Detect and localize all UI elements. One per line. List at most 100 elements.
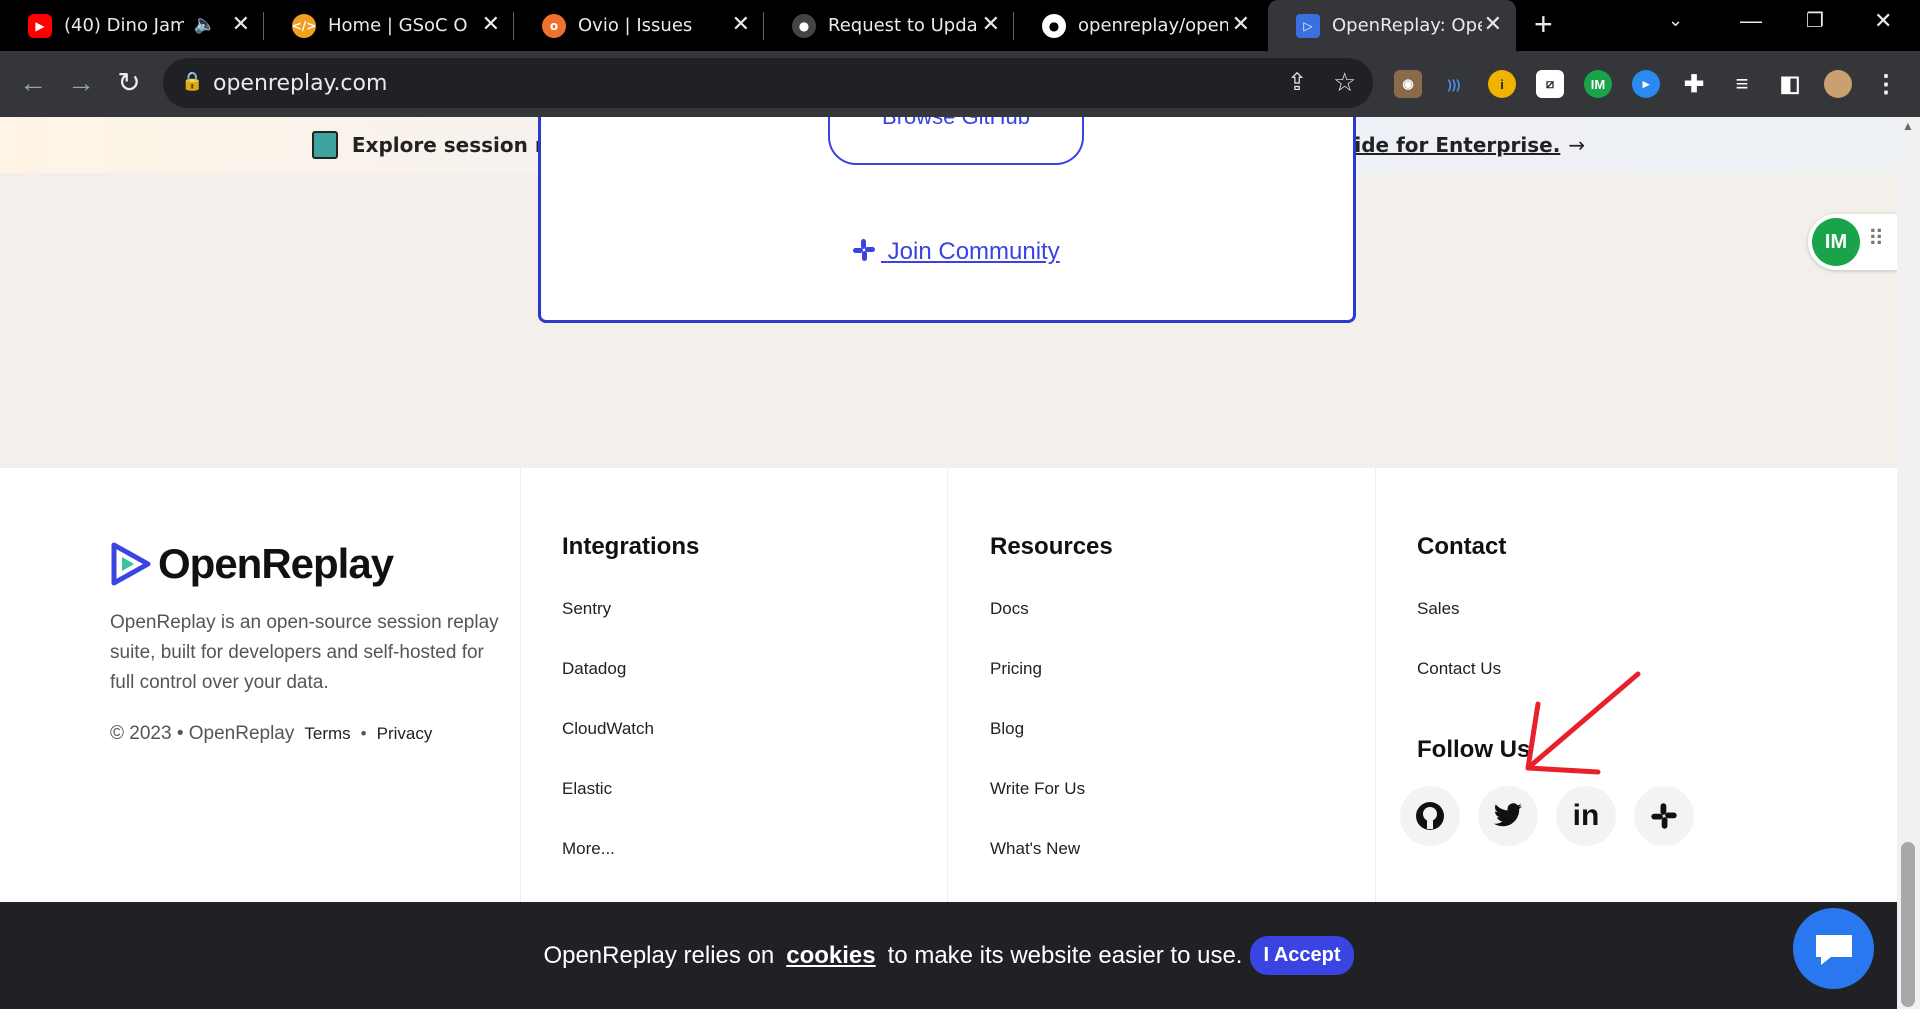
cookies-link[interactable]: cookies [786, 942, 875, 970]
cookie-prefix: OpenReplay relies on [543, 941, 775, 969]
footer-link-blog[interactable]: Blog [990, 719, 1024, 739]
integrations-heading: Integrations [562, 533, 700, 560]
openreplay-icon: ▷ [1296, 13, 1320, 38]
url-text: openreplay.com [213, 71, 388, 96]
tab-title: (40) Dino James [64, 15, 184, 36]
address-bar[interactable]: 🔒 openreplay.com ⇪ ☆ [163, 58, 1373, 108]
minimize-icon[interactable]: — [1740, 8, 1762, 34]
github-social-button[interactable] [1400, 786, 1460, 846]
chat-button[interactable] [1793, 908, 1874, 989]
youtube-icon: ▶ [28, 13, 52, 38]
tab-openreplay-active[interactable]: ▷ OpenReplay: Open-source ✕ [1268, 0, 1516, 51]
browse-github-button[interactable]: Browse GitHub [828, 117, 1084, 165]
footer-link-sentry[interactable]: Sentry [562, 599, 611, 619]
join-community-label: Join Community [887, 238, 1060, 265]
tab-search-icon[interactable]: ⌄ [1668, 10, 1683, 31]
tab-title: OpenReplay: Open-source [1332, 15, 1482, 36]
follow-us-heading: Follow Us [1417, 736, 1531, 763]
new-tab-button[interactable]: + [1534, 6, 1553, 43]
footer-link-cloudwatch[interactable]: CloudWatch [562, 719, 654, 739]
tab-strip: ▶ (40) Dino James 🔈 ✕ </> Home | GSoC Or… [0, 0, 1920, 51]
slack-social-button[interactable] [1634, 786, 1694, 846]
im-extension-icon[interactable]: IM [1584, 70, 1612, 98]
close-icon[interactable]: ✕ [482, 14, 500, 36]
side-panel-icon[interactable]: ◧ [1776, 70, 1804, 98]
linkedin-social-button[interactable]: in [1556, 786, 1616, 846]
copyright-text: © 2023 • OpenReplay [110, 723, 295, 744]
browse-github-label: Browse GitHub [882, 117, 1030, 129]
puzzle-icon[interactable]: ✚ [1680, 70, 1708, 98]
footer-link-more[interactable]: More... [562, 839, 615, 859]
gsoc-icon: </> [292, 13, 316, 38]
tab-ovio[interactable]: o Ovio | Issues ✕ [514, 0, 764, 51]
book-icon [311, 131, 338, 159]
copyright-row: © 2023 • OpenReplay Terms • Privacy [110, 723, 432, 745]
annotation-arrow [1525, 671, 1641, 775]
tab-openreplay-github[interactable]: ● openreplay/openreplay ✕ [1014, 0, 1264, 51]
slack-icon [1651, 803, 1677, 829]
menu-icon[interactable]: ⋮ [1872, 70, 1900, 98]
avatar[interactable] [1824, 70, 1852, 98]
drag-handle-icon[interactable]: ⠿ [1868, 226, 1884, 252]
close-icon[interactable]: ✕ [982, 14, 1000, 36]
tab-request[interactable]: ● Request to Update ✕ [764, 0, 1014, 51]
footer-link-write-for-us[interactable]: Write For Us [990, 779, 1085, 799]
close-icon[interactable]: ✕ [1232, 14, 1250, 36]
window-close-icon[interactable]: ✕ [1874, 8, 1892, 34]
tab-gsoc[interactable]: </> Home | GSoC Organizations ✕ [264, 0, 514, 51]
wifi-extension-icon[interactable]: ))) [1440, 70, 1468, 98]
back-icon[interactable]: ← [14, 65, 52, 103]
tab-title: Request to Update [828, 15, 978, 36]
footer-link-datadog[interactable]: Datadog [562, 659, 626, 679]
footer-link-elastic[interactable]: Elastic [562, 779, 612, 799]
ovio-icon: o [542, 13, 566, 38]
media-icon[interactable]: ≡ [1728, 70, 1756, 98]
close-icon[interactable]: ✕ [1484, 14, 1502, 36]
footer-link-whats-new[interactable]: What's New [990, 839, 1080, 859]
brand-logo[interactable]: OpenReplay [110, 540, 394, 588]
contact-heading: Contact [1417, 533, 1507, 560]
footer-link-docs[interactable]: Docs [990, 599, 1029, 619]
twitter-social-button[interactable] [1478, 786, 1538, 846]
github-icon: ● [792, 13, 816, 38]
github-icon: ● [1042, 13, 1066, 38]
accept-button[interactable]: I Accept [1250, 936, 1354, 975]
tab-title: Ovio | Issues [578, 15, 693, 36]
bookmark-star-icon[interactable]: ☆ [1333, 67, 1356, 98]
close-icon[interactable]: ✕ [232, 14, 250, 36]
im-extension-icon: IM [1812, 218, 1860, 266]
extension-icon[interactable]: ▸ [1632, 70, 1660, 98]
footer-link-contact-us[interactable]: Contact Us [1417, 659, 1501, 679]
divider [947, 468, 948, 902]
extension-icon[interactable]: ⧄ [1536, 70, 1564, 98]
lock-icon: 🔒 [181, 71, 204, 91]
im-widget[interactable]: IM ⠿ [1808, 214, 1897, 270]
extension-icon[interactable]: i [1488, 70, 1516, 98]
close-icon[interactable]: ✕ [732, 14, 750, 36]
terms-link[interactable]: Terms [304, 724, 350, 744]
restore-icon[interactable]: ❐ [1806, 8, 1824, 33]
privacy-link[interactable]: Privacy [377, 724, 433, 744]
linkedin-icon: in [1572, 799, 1600, 832]
divider [520, 468, 521, 902]
arrow-right-icon: → [1568, 133, 1586, 157]
cookie-suffix: to make its website easier to use. [887, 941, 1243, 969]
footer-link-sales[interactable]: Sales [1417, 599, 1460, 619]
reload-icon[interactable]: ↻ [110, 65, 148, 103]
github-icon [1416, 802, 1444, 830]
forward-icon[interactable]: → [62, 65, 100, 103]
audio-icon[interactable]: 🔈 [194, 14, 216, 35]
extension-icon[interactable]: ◉ [1394, 70, 1422, 98]
footer-link-pricing[interactable]: Pricing [990, 659, 1042, 679]
tab-title: openreplay/openreplay [1078, 15, 1228, 36]
browser-toolbar: ← → ↻ 🔒 openreplay.com ⇪ ☆ ◉ ))) i ⧄ IM … [0, 51, 1920, 117]
slack-icon [851, 237, 877, 263]
resources-heading: Resources [990, 533, 1113, 560]
join-community-link[interactable]: Join Community [851, 233, 1060, 266]
share-icon[interactable]: ⇪ [1287, 68, 1307, 97]
tab-youtube[interactable]: ▶ (40) Dino James 🔈 ✕ [0, 0, 264, 51]
scroll-up-icon[interactable]: ▲ [1902, 119, 1914, 133]
brand-description: OpenReplay is an open-source session rep… [110, 612, 499, 693]
scrollbar[interactable]: ▲ [1897, 117, 1920, 1009]
scrollbar-thumb[interactable] [1901, 842, 1915, 1007]
